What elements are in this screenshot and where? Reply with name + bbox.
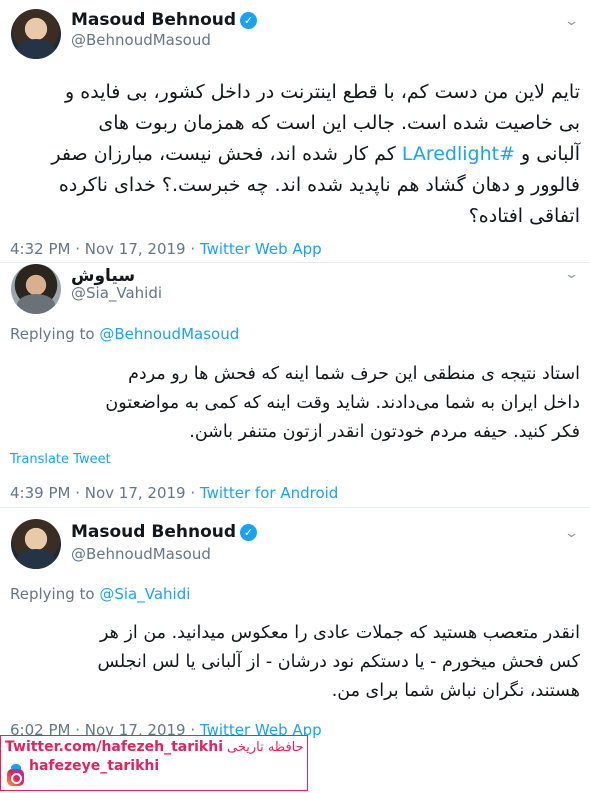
reply-mention-link[interactable]: @BehnoudMasoud — [99, 325, 239, 343]
hashtag-link[interactable]: #LAredlight — [402, 143, 515, 165]
divider — [0, 507, 590, 508]
author-handle[interactable]: @Sia_Vahidi — [71, 284, 162, 302]
divider — [0, 262, 590, 263]
author-name[interactable]: Masoud Behnoud ✓ — [71, 10, 258, 30]
replying-to: Replying to @Sia_Vahidi — [10, 585, 191, 603]
replying-to: Replying to @BehnoudMasoud — [10, 325, 240, 343]
verified-badge-icon: ✓ — [240, 12, 258, 29]
watermark-site: Twitter.com/hafezeh_tarikhi حافظه تاریخی — [5, 739, 304, 755]
chevron-down-icon[interactable]: ⌄ — [564, 14, 579, 29]
tweet-text: تایم لاین من دست کم، با قطع اینترنت در د… — [51, 81, 580, 227]
instagram-icon — [7, 769, 24, 786]
translate-tweet-link[interactable]: Translate Tweet — [10, 452, 111, 467]
author-handle[interactable]: @BehnoudMasoud — [71, 545, 211, 563]
watermark: Twitter.com/hafezeh_tarikhi حافظه تاریخی … — [0, 735, 308, 791]
tweet-metadata: 4:32 PM · Nov 17, 2019 · Twitter Web App — [10, 240, 322, 258]
avatar[interactable] — [11, 264, 61, 314]
chevron-down-icon[interactable]: ⌄ — [564, 267, 579, 282]
tweet-metadata: 4:39 PM · Nov 17, 2019 · Twitter for And… — [10, 484, 338, 502]
tweet-text: انقدر متعصب هستید که جملات عادی را معکوس… — [97, 623, 580, 701]
author-name[interactable]: سیاوش — [71, 266, 135, 286]
avatar[interactable] — [11, 519, 61, 569]
reply-mention-link[interactable]: @Sia_Vahidi — [99, 585, 190, 603]
source-app[interactable]: Twitter for Android — [200, 484, 338, 502]
timestamp[interactable]: 4:32 PM · Nov 17, 2019 · — [10, 240, 200, 258]
author-name[interactable]: Masoud Behnoud ✓ — [71, 522, 258, 542]
source-app[interactable]: Twitter Web App — [200, 240, 322, 258]
verified-badge-icon: ✓ — [240, 524, 258, 541]
timestamp[interactable]: 4:39 PM · Nov 17, 2019 · — [10, 484, 200, 502]
author-handle[interactable]: @BehnoudMasoud — [71, 31, 211, 49]
avatar[interactable] — [11, 9, 61, 59]
tweet-text: استاد نتیجه ی منطقی این حرف شما اینه که … — [105, 364, 580, 442]
chevron-down-icon[interactable]: ⌄ — [564, 526, 579, 541]
watermark-instagram: hafezeye_tarikhi — [29, 758, 160, 774]
